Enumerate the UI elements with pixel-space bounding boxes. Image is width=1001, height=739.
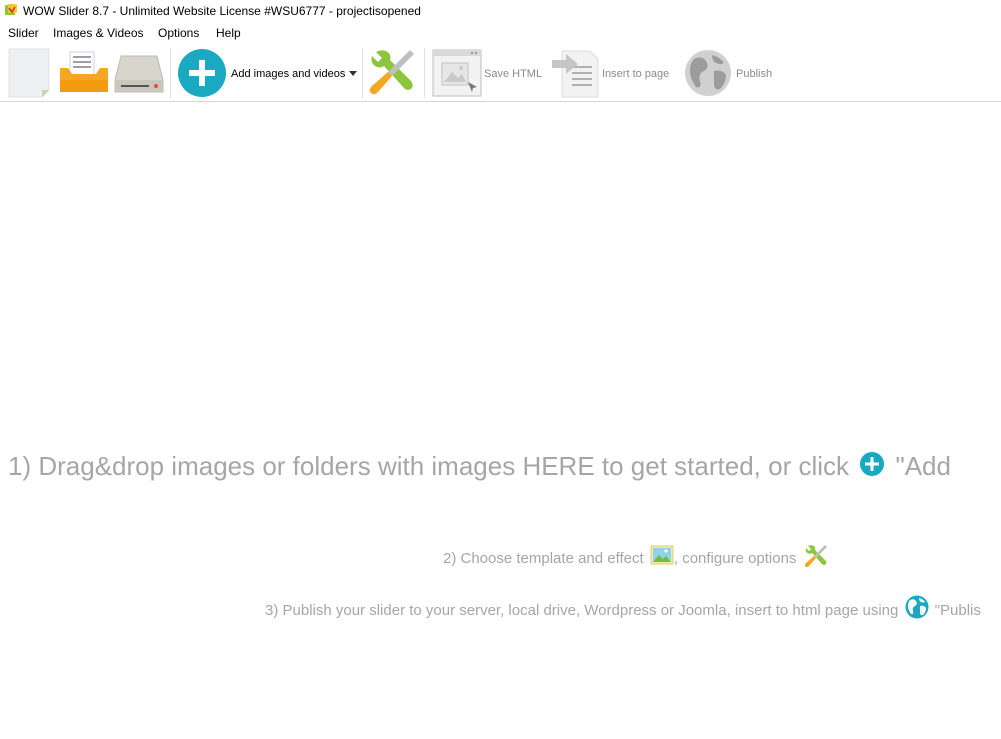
toolbar-separator xyxy=(424,48,425,98)
add-images-videos-label: Add images and videos xyxy=(231,68,346,80)
window-title: WOW Slider 8.7 - Unlimited Website Licen… xyxy=(23,4,421,18)
wrench-screwdriver-icon xyxy=(804,545,827,568)
save-drive-icon xyxy=(114,55,164,93)
toolbar: Add images and videos Save HTML Insert t… xyxy=(0,44,1001,102)
insert-to-page-label: Insert to page xyxy=(602,68,670,80)
globe-icon xyxy=(905,595,929,619)
toolbar-separator xyxy=(170,48,171,98)
add-images-videos-button[interactable]: Add images and videos xyxy=(176,46,360,100)
open-button[interactable] xyxy=(58,46,110,100)
options-button[interactable] xyxy=(366,46,418,100)
slides-drop-area[interactable]: 1) Drag&drop images or folders with imag… xyxy=(0,102,1001,739)
menu-options[interactable]: Options xyxy=(158,26,199,40)
publish-button[interactable]: Publish xyxy=(684,46,774,100)
hint-step-1: 1) Drag&drop images or folders with imag… xyxy=(8,451,951,484)
new-button[interactable] xyxy=(6,46,52,100)
dropdown-arrow-icon[interactable] xyxy=(349,71,357,76)
hint-step-3-suffix: "Publis xyxy=(934,601,981,619)
hint-step-1-suffix: "Add xyxy=(895,451,951,481)
open-folder-icon xyxy=(60,51,108,92)
save-html-label: Save HTML xyxy=(484,68,543,80)
title-bar: WOW Slider 8.7 - Unlimited Website Licen… xyxy=(0,0,1001,22)
insert-to-page-button[interactable]: Insert to page xyxy=(550,46,678,100)
globe-icon xyxy=(685,50,731,96)
insert-page-icon xyxy=(552,50,599,98)
save-html-button[interactable]: Save HTML xyxy=(430,46,545,100)
menu-bar: Slider Images & Videos Options Help xyxy=(0,23,1001,43)
wrench-screwdriver-icon xyxy=(369,50,414,95)
plus-circle-icon xyxy=(860,452,885,477)
menu-slider[interactable]: Slider xyxy=(8,26,39,40)
new-document-icon xyxy=(8,48,50,98)
publish-label: Publish xyxy=(736,68,773,80)
toolbar-separator xyxy=(362,48,363,98)
menu-images-videos[interactable]: Images & Videos xyxy=(53,26,144,40)
wow-slider-icon xyxy=(5,4,17,15)
browser-image-icon xyxy=(432,49,482,97)
hint-step-2-text: 2) Choose template and effect xyxy=(443,549,644,567)
save-button[interactable] xyxy=(113,46,165,100)
template-image-icon xyxy=(650,545,674,565)
hint-step-3-text: 3) Publish your slider to your server, l… xyxy=(265,601,899,619)
menu-help[interactable]: Help xyxy=(216,26,241,40)
hint-step-3: 3) Publish your slider to your server, l… xyxy=(265,595,981,627)
plus-circle-icon xyxy=(178,49,226,97)
hint-step-1-text: 1) Drag&drop images or folders with imag… xyxy=(8,451,850,481)
hint-step-2-suffix: , configure options xyxy=(673,549,797,567)
hint-step-2: 2) Choose template and effect , configur… xyxy=(443,543,829,575)
